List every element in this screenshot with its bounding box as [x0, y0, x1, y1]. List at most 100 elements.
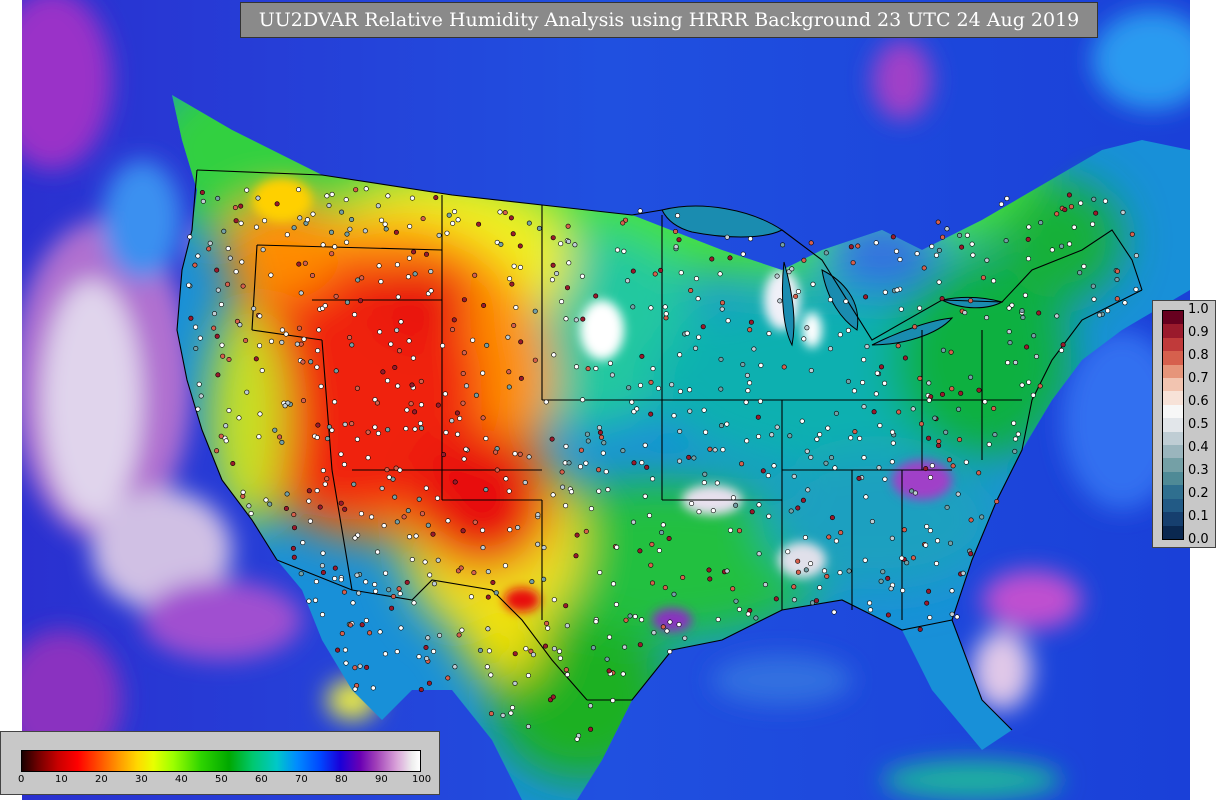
station-marker [766, 513, 772, 519]
station-marker [968, 551, 974, 557]
station-marker [332, 399, 338, 405]
station-marker [1097, 312, 1103, 318]
station-marker [363, 186, 369, 192]
station-marker [874, 370, 880, 376]
station-marker [696, 334, 702, 340]
station-marker [375, 430, 381, 436]
station-marker [968, 374, 974, 380]
station-marker [947, 540, 953, 546]
station-marker [970, 252, 976, 258]
station-marker [1114, 268, 1120, 274]
station-marker [359, 275, 365, 281]
station-marker [505, 334, 511, 340]
station-marker [926, 397, 932, 403]
rh-colorbar: 0 10 20 30 40 50 60 70 80 90 100 [0, 731, 440, 795]
station-marker [254, 224, 260, 230]
station-marker [267, 501, 273, 507]
station-marker [736, 528, 742, 534]
station-marker [824, 573, 830, 579]
station-marker [512, 680, 518, 686]
station-marker [804, 325, 810, 331]
station-marker [416, 496, 422, 502]
station-marker [687, 387, 693, 393]
station-marker [490, 579, 496, 585]
station-marker [826, 534, 832, 540]
station-marker [434, 495, 440, 501]
station-marker [1068, 204, 1074, 210]
station-marker [558, 241, 564, 247]
station-marker [583, 528, 589, 534]
station-marker [347, 226, 353, 232]
station-marker [457, 415, 463, 421]
station-marker [324, 193, 330, 199]
station-marker [639, 353, 645, 359]
station-marker [347, 622, 353, 628]
station-marker [563, 443, 569, 449]
station-marker [284, 491, 290, 497]
station-marker [233, 218, 239, 224]
obs-colorbar-swatch [1163, 498, 1183, 513]
station-marker [684, 330, 690, 336]
station-marker [320, 467, 326, 473]
station-marker [363, 579, 369, 585]
station-marker [621, 248, 627, 254]
station-marker [630, 268, 636, 274]
station-marker [473, 392, 479, 398]
station-marker [563, 603, 569, 609]
station-marker [1049, 247, 1055, 253]
station-marker [791, 584, 797, 590]
station-marker [676, 621, 682, 627]
station-marker [529, 579, 535, 585]
station-marker [510, 231, 516, 237]
station-marker [480, 545, 486, 551]
map-title: UU2DVAR Relative Humidity Analysis using… [240, 2, 1098, 38]
station-marker [700, 324, 706, 330]
station-marker [397, 591, 403, 597]
station-marker [864, 343, 870, 349]
station-marker [431, 648, 437, 654]
station-marker [451, 317, 457, 323]
station-marker [512, 451, 518, 457]
station-marker [825, 425, 831, 431]
station-marker [787, 433, 793, 439]
station-marker [873, 240, 879, 246]
station-marker [426, 680, 432, 686]
station-marker [364, 664, 370, 670]
station-marker [425, 522, 431, 528]
station-marker [262, 218, 268, 224]
station-marker [744, 372, 750, 378]
station-marker [574, 736, 580, 742]
station-marker [326, 424, 332, 430]
rh-colorbar-tick: 10 [55, 774, 68, 785]
station-marker [243, 337, 249, 343]
station-marker [544, 620, 550, 626]
station-marker [956, 406, 962, 412]
station-marker [430, 531, 436, 537]
station-marker [338, 451, 344, 457]
station-marker [1090, 283, 1096, 289]
station-marker [352, 686, 358, 692]
station-marker [639, 460, 645, 466]
station-marker [748, 319, 754, 325]
station-marker [198, 393, 204, 399]
station-marker [863, 294, 869, 300]
station-marker [949, 611, 955, 617]
station-marker [511, 263, 517, 269]
station-marker [471, 570, 477, 576]
station-marker [370, 685, 376, 691]
obs-colorbar-tick: 0.8 [1188, 348, 1209, 363]
station-marker [667, 619, 673, 625]
station-marker [614, 247, 620, 253]
station-marker [240, 489, 246, 495]
station-marker [917, 375, 923, 381]
station-marker [350, 600, 356, 606]
station-marker [1133, 253, 1139, 259]
station-marker [433, 195, 439, 201]
station-marker [329, 251, 335, 257]
station-marker [597, 569, 603, 575]
station-marker [976, 387, 982, 393]
station-marker [867, 607, 873, 613]
station-marker [378, 217, 384, 223]
station-marker [193, 345, 199, 351]
obs-colorbar-tick: 0.6 [1188, 394, 1209, 409]
